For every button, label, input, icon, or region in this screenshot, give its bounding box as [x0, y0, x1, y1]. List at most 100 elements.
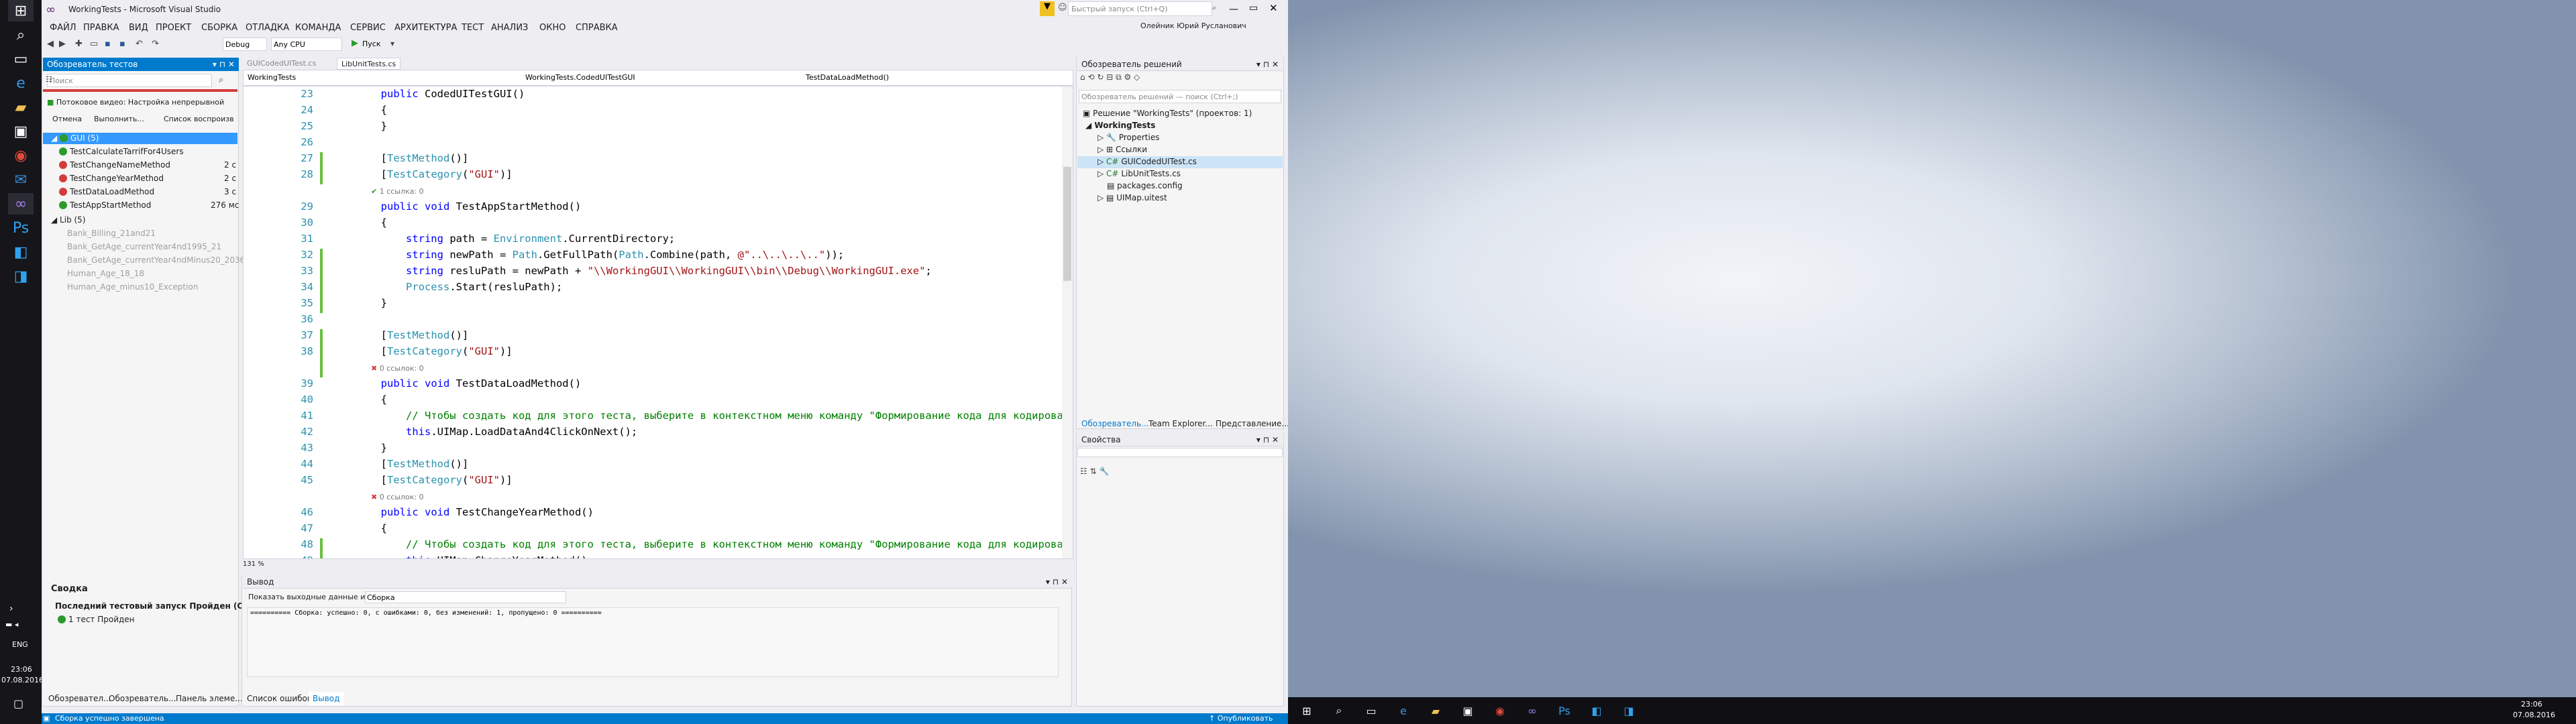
menu-build[interactable]: СБОРКА: [201, 23, 237, 33]
notification-icon[interactable]: ▢: [13, 697, 23, 710]
code-line[interactable]: [TestCategory("GUI")]: [331, 345, 513, 357]
code-line[interactable]: {: [331, 394, 387, 406]
clock-time[interactable]: 23:06: [2521, 700, 2542, 709]
menu-window[interactable]: ОКНО: [539, 23, 566, 33]
menu-file[interactable]: ФАЙЛ: [50, 23, 76, 33]
nav-project[interactable]: WorkingTests: [248, 73, 296, 82]
test-item[interactable]: TestChangeYearMethod: [59, 174, 164, 183]
code-line[interactable]: public CodedUITestGUI(): [331, 88, 525, 100]
menu-test[interactable]: ТЕСТ: [462, 23, 484, 33]
editor-scrollbar-thumb[interactable]: [1063, 167, 1071, 281]
code-line[interactable]: [TestMethod()]: [331, 152, 469, 164]
code-line[interactable]: [TestCategory("GUI")]: [331, 168, 513, 180]
code-line[interactable]: // Чтобы создать код для этого теста, вы…: [331, 538, 1069, 550]
code-line[interactable]: string resluPath = newPath + "\\WorkingG…: [331, 265, 932, 277]
save-all-icon[interactable]: ▪: [119, 39, 125, 49]
test-search-input[interactable]: Поиск: [47, 74, 212, 87]
codelens-references[interactable]: ✔ 1 ссылка: 0: [371, 187, 424, 196]
code-line[interactable]: [TestMethod()]: [331, 329, 469, 341]
chrome-icon[interactable]: ◉: [1492, 703, 1508, 719]
store-icon[interactable]: ▣: [8, 121, 34, 142]
solution-item[interactable]: ▷ C# LibUnitTests.cs: [1097, 169, 1181, 178]
panel-pin-icon[interactable]: ▾ ⊓ ✕: [213, 60, 235, 69]
code-line[interactable]: {: [331, 522, 387, 534]
code-line[interactable]: [TestMethod()]: [331, 458, 469, 470]
feedback-icon[interactable]: ☺: [1058, 3, 1067, 13]
run-link[interactable]: Выполнить...: [94, 115, 144, 123]
close-button[interactable]: ✕: [1269, 2, 1278, 14]
mail-icon[interactable]: ✉: [8, 169, 34, 190]
properties-object-select[interactable]: [1077, 448, 1283, 457]
nav-member[interactable]: TestDataLoadMethod(): [806, 73, 889, 82]
code-line[interactable]: public void TestChangeYearMethod(): [331, 506, 594, 518]
forward-icon[interactable]: ▶: [59, 39, 66, 49]
test-search-icon[interactable]: ⌕: [219, 75, 223, 85]
file-explorer-icon[interactable]: ▰: [1428, 703, 1444, 719]
code-line[interactable]: this.UIMap.LoadDataAnd4ClickOnNext();: [331, 426, 637, 438]
menu-edit[interactable]: ПРАВКА: [83, 23, 119, 33]
test-item[interactable]: TestChangeNameMethod: [59, 160, 170, 170]
clock-time[interactable]: 23:06: [11, 665, 32, 674]
quick-launch-search-icon[interactable]: ⌕: [1212, 3, 1216, 13]
output-source-select[interactable]: Сборка: [365, 591, 566, 603]
code-line[interactable]: }: [331, 442, 387, 454]
lang-indicator[interactable]: ENG: [12, 640, 28, 649]
cancel-link[interactable]: Отмена: [52, 115, 82, 123]
photoshop-icon[interactable]: Ps: [8, 217, 34, 239]
show-all-icon[interactable]: ⧉: [1116, 72, 1124, 82]
test-item-lib[interactable]: Bank_GetAge_currentYear4nd1995_21: [67, 242, 221, 251]
code-line[interactable]: }: [331, 120, 387, 132]
app2-icon[interactable]: ◨: [8, 265, 34, 287]
maximize-button[interactable]: ▭: [1249, 3, 1258, 13]
undo-icon[interactable]: ↶: [136, 39, 143, 49]
visual-studio-icon[interactable]: ∞: [8, 193, 34, 215]
test-item[interactable]: TestDataLoadMethod: [59, 187, 154, 196]
toolbar-dropdown-icon[interactable]: ▾: [390, 39, 394, 48]
open-icon[interactable]: ▭: [90, 39, 98, 49]
tab-libunittests[interactable]: LibUnitTests.cs: [337, 58, 401, 70]
tab-output[interactable]: Вывод: [309, 692, 344, 705]
sync-icon[interactable]: ⟲: [1087, 72, 1097, 82]
task-view-icon[interactable]: ▭: [8, 48, 34, 70]
code-line[interactable]: // Чтобы создать код для этого теста, вы…: [331, 410, 1069, 422]
solution-search-input[interactable]: Обозреватель решений — поиск (Ctrl+;): [1079, 90, 1281, 103]
output-text-area[interactable]: ========== Сборка: успешно: 0, с ошибкам…: [247, 607, 1059, 677]
project-node[interactable]: ◢ WorkingTests: [1085, 121, 1155, 130]
redo-icon[interactable]: ↷: [152, 39, 159, 49]
tab-class-view[interactable]: Представление...: [1212, 417, 1293, 430]
panel-pin-icon[interactable]: ▾ ⊓ ✕: [1046, 577, 1068, 587]
start-button[interactable]: Пуск: [362, 40, 380, 48]
windows-start-icon[interactable]: ⊞: [1299, 703, 1315, 719]
chevron-up-icon[interactable]: ›: [9, 603, 13, 614]
menu-view[interactable]: ВИД: [129, 23, 148, 33]
store-icon[interactable]: ▣: [1460, 703, 1476, 719]
search-icon[interactable]: ⌕: [1331, 703, 1347, 719]
panel-pin-icon[interactable]: ▾ ⊓ ✕: [1256, 435, 1279, 444]
code-line[interactable]: public void TestDataLoadMethod(): [331, 377, 582, 389]
codelens-references[interactable]: ✖ 0 ссылок: 0: [371, 364, 424, 373]
task-view-icon[interactable]: ▭: [1363, 703, 1379, 719]
app2-icon[interactable]: ◨: [1621, 703, 1637, 719]
properties-icon[interactable]: ⚙: [1124, 72, 1134, 82]
back-icon[interactable]: ◀: [47, 39, 54, 49]
property-pages-icon[interactable]: 🔧: [1099, 467, 1109, 476]
preview-icon[interactable]: ◇: [1134, 72, 1140, 82]
tab-guicodeduitest[interactable]: GUICodedUITest.cs: [243, 58, 320, 70]
tab-solution-explorer[interactable]: Обозреватель...: [1077, 417, 1153, 430]
start-icon[interactable]: ▶: [352, 38, 358, 48]
zoom-level[interactable]: 131 %: [243, 560, 264, 568]
menu-architecture[interactable]: АРХИТЕКТУРА: [394, 23, 457, 33]
code-line[interactable]: this.UIMap.ChangeYearMethod();: [331, 554, 594, 558]
code-line[interactable]: [TestCategory("GUI")]: [331, 474, 513, 486]
refresh-icon[interactable]: ↻: [1097, 72, 1106, 82]
home-icon[interactable]: ⌂: [1080, 72, 1087, 82]
test-item[interactable]: TestAppStartMethod: [59, 200, 151, 210]
playlist-link[interactable]: Список воспроизв: [164, 115, 234, 123]
panel-pin-icon[interactable]: ▾ ⊓ ✕: [1256, 60, 1279, 69]
menu-project[interactable]: ПРОЕКТ: [156, 23, 191, 33]
test-item-lib[interactable]: Bank_Billing_21and21: [67, 229, 156, 238]
code-line[interactable]: }: [331, 297, 387, 309]
solution-item[interactable]: ▷ ▤ UIMap.uitest: [1097, 193, 1167, 202]
code-line[interactable]: {: [331, 217, 387, 229]
clock-date[interactable]: 07.08.2016: [2513, 711, 2555, 719]
